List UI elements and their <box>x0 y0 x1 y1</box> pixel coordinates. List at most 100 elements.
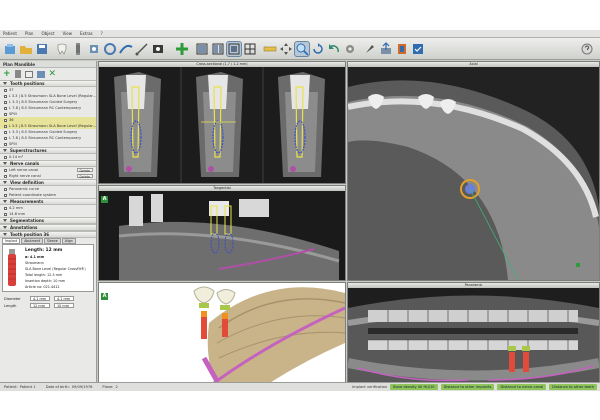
ruler-icon[interactable] <box>263 42 277 56</box>
tangential-viewport[interactable]: Tangential A <box>98 185 346 281</box>
implant-preview-icon <box>8 249 16 286</box>
checkbox[interactable] <box>4 118 7 122</box>
plan-name[interactable]: Mandible <box>14 62 35 67</box>
3d-badge[interactable]: A <box>101 293 108 300</box>
guide-icon[interactable] <box>395 42 409 56</box>
menu-plan[interactable]: Plan <box>25 31 34 36</box>
diameter-input[interactable]: 4.1 mm <box>30 296 50 301</box>
plane-label: Plane: <box>102 385 114 389</box>
checkbox[interactable] <box>4 112 7 116</box>
nerve-tool-icon[interactable] <box>119 42 133 56</box>
new-patient-icon[interactable] <box>3 42 17 56</box>
measurement-value: 4.2 mm <box>9 206 23 210</box>
measure-tool-icon[interactable] <box>135 42 149 56</box>
order-icon[interactable] <box>411 42 425 56</box>
section-label: Tooth positions <box>10 81 45 86</box>
section-tooth-positions[interactable]: Tooth positions <box>0 80 96 87</box>
checkbox[interactable] <box>4 88 7 92</box>
section-label: Tooth position 36 <box>10 232 50 237</box>
checkbox[interactable] <box>4 187 7 191</box>
tooth-row-label: L 3.3 | 8.5 Straumann SLA Bone Level (Re… <box>8 94 96 98</box>
checkbox[interactable] <box>4 168 7 172</box>
menu-extras[interactable]: Extras <box>80 31 93 36</box>
viewport-badge[interactable]: A <box>101 196 108 203</box>
checkbox[interactable] <box>4 100 7 104</box>
checkbox[interactable] <box>4 174 7 178</box>
length-input-2[interactable]: 10 mm <box>54 303 74 308</box>
export-icon[interactable] <box>379 42 393 56</box>
delete-nerve-button[interactable]: Delete <box>76 173 93 179</box>
menu-view[interactable]: View <box>62 31 72 36</box>
open-patient-icon[interactable] <box>19 42 33 56</box>
brush-icon[interactable] <box>363 42 377 56</box>
checkbox[interactable] <box>4 142 7 146</box>
3d-viewport[interactable]: A <box>98 282 346 391</box>
section-nerve-canals[interactable]: Nerve canals <box>0 160 96 167</box>
length-label: Length <box>4 303 17 308</box>
checkbox[interactable] <box>4 206 7 210</box>
sleeve-tool-icon[interactable] <box>103 42 117 56</box>
abutment-tool-icon[interactable] <box>87 42 101 56</box>
cross-section-viewport[interactable]: Cross-sectional (1.7 / 1.2 mm) <box>98 61 346 184</box>
section-view-definition[interactable]: View definition <box>0 179 96 186</box>
section-tooth-position[interactable]: Tooth position 36 <box>0 231 96 238</box>
layout-2-icon[interactable] <box>211 42 225 56</box>
delete-icon[interactable]: ✕ <box>49 69 57 79</box>
add-implant-icon[interactable] <box>175 42 189 56</box>
main-toolbar <box>0 38 600 60</box>
zoom-icon[interactable] <box>294 41 310 57</box>
plan-label: Plan <box>3 61 13 67</box>
menu-object[interactable]: Object <box>41 31 54 36</box>
checkbox[interactable] <box>4 155 7 159</box>
settings-icon[interactable] <box>343 42 357 56</box>
section-superstructures[interactable]: Superstructures <box>0 147 96 154</box>
tooth-tool-icon[interactable] <box>55 42 69 56</box>
rotate-icon[interactable] <box>311 42 325 56</box>
layout-4-icon[interactable] <box>243 42 257 56</box>
help-icon[interactable] <box>580 42 594 56</box>
tooth-row-label: SPIII <box>9 112 17 116</box>
section-measurements[interactable]: Measurements <box>0 198 96 205</box>
segment-tool-icon[interactable] <box>151 42 165 56</box>
delete-nerve-button[interactable]: Delete <box>76 167 93 173</box>
section-label: Annotations <box>10 225 38 230</box>
patient-label: Patient: <box>4 385 18 389</box>
crown-add-icon[interactable] <box>24 70 33 78</box>
app-window: Patient Plan Object View Extras ? Plan M… <box>0 30 600 391</box>
section-segmentations[interactable]: Segmentations <box>0 217 96 224</box>
checkbox[interactable] <box>4 94 7 98</box>
checkbox[interactable] <box>4 124 7 128</box>
implant-note: Implant verification <box>352 385 388 389</box>
implant-info-list: Length: 12 mm ø: 4.1 mm Straumann SLA Bone … <box>25 248 86 290</box>
dob-value: 09/09/1976 <box>71 385 93 389</box>
guide-add-icon[interactable] <box>36 70 45 78</box>
move-icon[interactable] <box>279 42 293 56</box>
view-row-label: Panoramic curve <box>9 187 40 191</box>
diameter-label: Diameter <box>4 296 21 301</box>
axial-viewport[interactable]: Axial <box>347 61 600 281</box>
diameter-input-2[interactable]: 4.1 mm <box>54 296 74 301</box>
menu-help[interactable]: ? <box>101 31 103 36</box>
layout-1-icon[interactable] <box>195 42 209 56</box>
implant-distance-badge: Distance to other implants <box>440 384 495 390</box>
panoramic-viewport[interactable]: Panoramic <box>347 282 600 391</box>
checkbox[interactable] <box>4 106 7 110</box>
undo-icon[interactable] <box>327 42 341 56</box>
menu-patient[interactable]: Patient <box>3 31 17 36</box>
diameter-field: Diameter 4.1 mm 4.1 mm <box>0 295 96 302</box>
checkbox[interactable] <box>4 212 7 216</box>
checkbox[interactable] <box>4 136 7 140</box>
object-browser-panel: Plan Mandible + ✕ Tooth positions 37 L 3.… <box>0 61 97 391</box>
view-row-label: Patient coordinate system <box>9 193 56 197</box>
section-annotations[interactable]: Annotations <box>0 224 96 231</box>
plane-value: 2 <box>115 385 118 389</box>
checkbox[interactable] <box>4 130 7 134</box>
add-icon[interactable]: + <box>3 69 11 79</box>
panoramic-image <box>348 288 599 390</box>
layout-3-icon[interactable] <box>226 41 242 57</box>
implant-add-icon[interactable] <box>14 70 21 78</box>
save-icon[interactable] <box>35 42 49 56</box>
length-input[interactable]: 12 mm <box>30 303 50 308</box>
checkbox[interactable] <box>4 193 7 197</box>
implant-tool-icon[interactable] <box>71 42 85 56</box>
